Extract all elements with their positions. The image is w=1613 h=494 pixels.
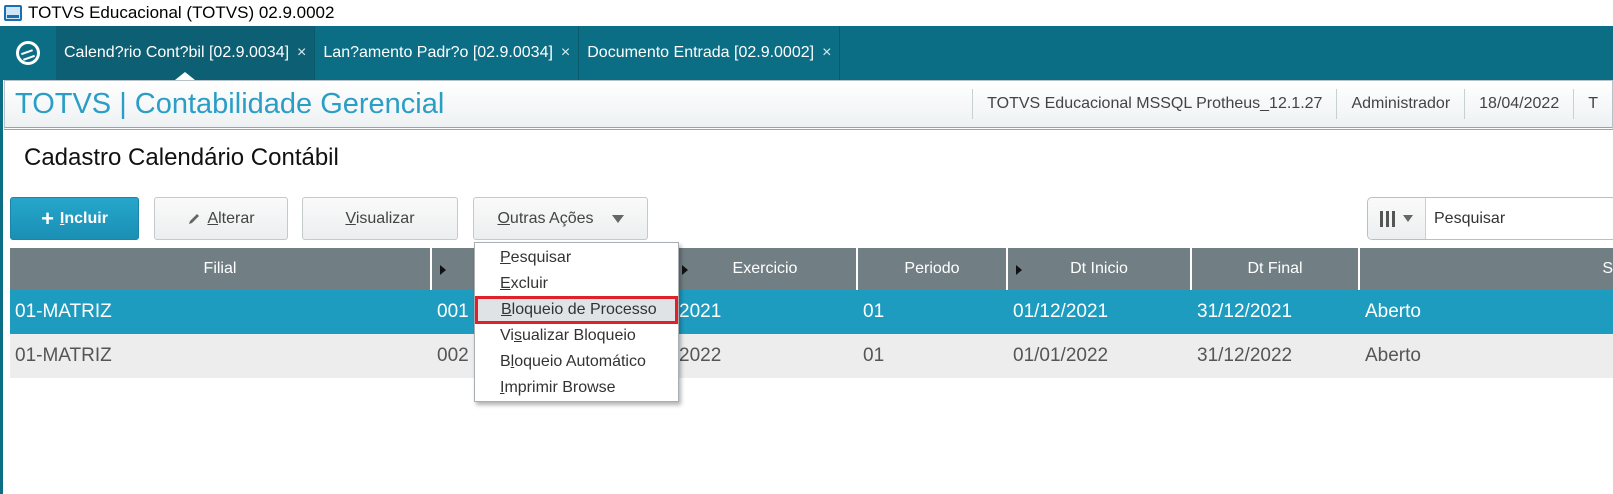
- column-header-dt-final[interactable]: Dt Final: [1192, 248, 1360, 290]
- other-actions-button[interactable]: Outras Ações: [473, 197, 648, 240]
- pencil-icon: [189, 213, 200, 224]
- alter-label: Alterar: [207, 209, 255, 227]
- search-input[interactable]: [1426, 209, 1606, 228]
- page-title: Cadastro Calendário Contábil: [24, 144, 339, 171]
- window-title: TOTVS Educacional (TOTVS) 02.9.0002: [28, 3, 335, 22]
- window-title-bar: TOTVS Educacional (TOTVS) 02.9.0002: [0, 0, 1613, 26]
- cell-periodo: 01: [863, 345, 885, 366]
- view-label: Visualizar: [345, 209, 415, 227]
- chevron-down-icon: [1403, 215, 1413, 222]
- close-icon[interactable]: ×: [297, 44, 306, 62]
- extra-label: T: [1573, 89, 1612, 119]
- column-header-filial[interactable]: Filial: [10, 248, 432, 290]
- columns-selector-button[interactable]: [1368, 198, 1426, 239]
- tab-label: Lan?amento Padr?o [02.9.0034]: [323, 44, 553, 61]
- cell-dt-final: 31/12/2021: [1197, 301, 1293, 322]
- close-icon[interactable]: ×: [561, 44, 570, 62]
- column-header-periodo[interactable]: Periodo: [858, 248, 1008, 290]
- menu-item-bloqueio-automatico[interactable]: Bloqueio Automático: [475, 349, 678, 375]
- environment-label: TOTVS Educacional MSSQL Protheus_12.1.27: [972, 89, 1336, 119]
- close-icon[interactable]: ×: [822, 44, 831, 62]
- cell-status: Aberto: [1365, 345, 1421, 366]
- cell-status: Aberto: [1365, 301, 1421, 322]
- cell-periodo: 01: [863, 301, 885, 322]
- other-actions-menu: Pesquisar Excluir Bloqueio de Processo V…: [474, 242, 679, 402]
- chevron-down-icon: [611, 214, 624, 223]
- table-row[interactable]: 01-MATRIZ 001 2021 01 01/12/2021 31/12/2…: [10, 290, 1613, 334]
- menu-item-pesquisar[interactable]: Pesquisar: [475, 245, 678, 271]
- tab-calendario-contabil[interactable]: Calend?rio Cont?bil [02.9.0034] ×: [56, 26, 316, 80]
- date-label: 18/04/2022: [1464, 89, 1573, 119]
- tab-documento-entrada[interactable]: Documento Entrada [02.9.0002] ×: [579, 26, 841, 80]
- tab-label: Calend?rio Cont?bil [02.9.0034]: [64, 44, 290, 61]
- module-header: TOTVS | Contabilidade Gerencial TOTVS Ed…: [4, 80, 1613, 130]
- column-header-exercicio[interactable]: Exercicio: [674, 248, 858, 290]
- tab-label: Documento Entrada [02.9.0002]: [587, 44, 815, 61]
- app-window-icon: [4, 5, 22, 21]
- menu-item-visualizar-bloqueio[interactable]: Visualizar Bloqueio: [475, 323, 678, 349]
- other-actions-label: Outras Ações: [497, 209, 594, 227]
- left-edge-bar: [0, 80, 3, 494]
- cell-filial: 01-MATRIZ: [15, 301, 112, 322]
- include-label: Incluir: [59, 209, 108, 227]
- view-button[interactable]: Visualizar: [302, 197, 458, 240]
- column-header-status[interactable]: S: [1360, 248, 1613, 290]
- cell-dt-inicio: 01/12/2021: [1013, 301, 1109, 322]
- tab-bar: Calend?rio Cont?bil [02.9.0034] × Lan?am…: [0, 26, 1613, 80]
- include-button[interactable]: + Incluir: [10, 197, 139, 240]
- column-header-dt-inicio[interactable]: Dt Inicio: [1008, 248, 1192, 290]
- cell-filial: 01-MATRIZ: [15, 345, 112, 366]
- table-row[interactable]: 01-MATRIZ 002 2022 01 01/01/2022 31/12/2…: [10, 334, 1613, 378]
- cell-dt-inicio: 01/01/2022: [1013, 345, 1109, 366]
- menu-item-bloqueio-de-processo[interactable]: Bloqueio de Processo: [475, 296, 678, 324]
- alter-button[interactable]: Alterar: [154, 197, 288, 240]
- cell-exercicio: 2022: [679, 345, 722, 366]
- menu-item-imprimir-browse[interactable]: Imprimir Browse: [475, 375, 678, 401]
- menu-item-excluir[interactable]: Excluir: [475, 271, 678, 297]
- search-box: [1367, 197, 1613, 240]
- user-label[interactable]: Administrador: [1336, 89, 1464, 119]
- cell-exercicio: 2021: [679, 301, 722, 322]
- grid-header-row: Filial Exercicio Periodo Dt Inicio Dt Fi…: [10, 248, 1613, 290]
- calendar-grid: Filial Exercicio Periodo Dt Inicio Dt Fi…: [10, 248, 1613, 378]
- session-info: TOTVS Educacional MSSQL Protheus_12.1.27…: [972, 81, 1612, 127]
- module-brand: TOTVS | Contabilidade Gerencial: [15, 87, 445, 120]
- totvs-logo-icon[interactable]: [0, 26, 56, 80]
- tab-lancamento-padrao[interactable]: Lan?amento Padr?o [02.9.0034] ×: [315, 26, 580, 80]
- columns-icon: [1380, 210, 1395, 227]
- cell-dt-final: 31/12/2022: [1197, 345, 1293, 366]
- plus-icon: +: [41, 205, 54, 231]
